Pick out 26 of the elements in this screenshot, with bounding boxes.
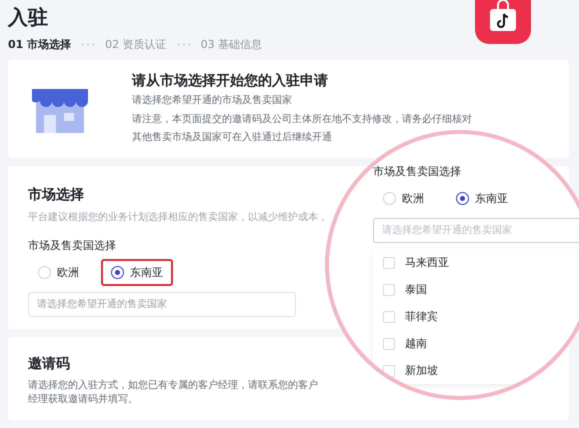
section-description: 请选择您的入驻方式，如您已有专属的客户经理，请联系您的客户经理获取邀请码并填写。 xyxy=(28,378,318,407)
radio-option[interactable]: 东南亚 xyxy=(446,185,518,212)
field-label: 市场及售卖国选择 xyxy=(373,164,462,179)
field-label: 市场及售卖国选择 xyxy=(28,238,117,252)
section-title: 邀请码 xyxy=(28,354,70,372)
step-connector xyxy=(81,43,96,46)
country-option[interactable]: 马来西亚 xyxy=(383,255,579,270)
country-option[interactable]: 越南 xyxy=(383,336,579,351)
country-option[interactable]: 新加坡 xyxy=(383,363,579,378)
step-connector xyxy=(176,43,191,46)
country-select-field[interactable]: 请选择您希望开通的售卖国家 xyxy=(28,292,296,316)
intro-text: 其他售卖市场及国家可在入驻通过后继续开通 xyxy=(132,131,333,145)
country-option[interactable]: 菲律宾 xyxy=(383,309,579,324)
intro-text: 请选择您希望开通的市场及售卖国家 xyxy=(132,94,293,108)
shopping-bag-icon xyxy=(488,0,518,33)
intro-text: 请注意，本页面提交的邀请码及公司主体所在地不支持修改，请务必仔细核对 xyxy=(132,112,472,126)
section-title: 市场选择 xyxy=(28,186,84,204)
radio-option[interactable]: 欧洲 xyxy=(373,185,434,212)
radio-option[interactable]: 欧洲 xyxy=(28,258,89,286)
step-label[interactable]: 01 市场选择 xyxy=(8,37,72,52)
section-description: 平台建议根据您的业务计划选择相应的售卖国家，以减少维护成本， xyxy=(28,210,329,224)
intro-title: 请从市场选择开始您的入驻申请 xyxy=(132,72,328,90)
country-select-field[interactable]: 请选择您希望开通的售卖国家 xyxy=(373,218,579,243)
radio-option[interactable]: 东南亚 xyxy=(101,258,173,286)
page-title: 入驻 xyxy=(8,4,48,31)
country-option[interactable]: 泰国 xyxy=(383,282,579,297)
